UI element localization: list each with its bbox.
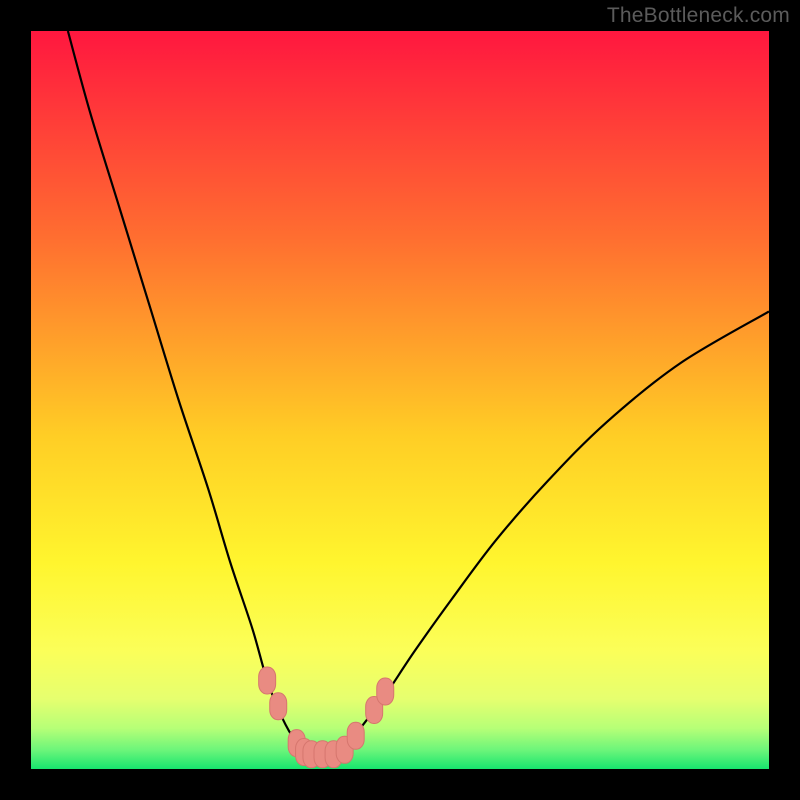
watermark-text: TheBottleneck.com bbox=[607, 4, 790, 28]
data-marker bbox=[347, 722, 364, 749]
data-marker bbox=[377, 678, 394, 705]
chart-frame: TheBottleneck.com bbox=[0, 0, 800, 800]
plot-area bbox=[31, 31, 769, 769]
data-marker bbox=[270, 693, 287, 720]
data-marker bbox=[259, 667, 276, 694]
bottleneck-chart bbox=[31, 31, 769, 769]
gradient-background bbox=[31, 31, 769, 769]
